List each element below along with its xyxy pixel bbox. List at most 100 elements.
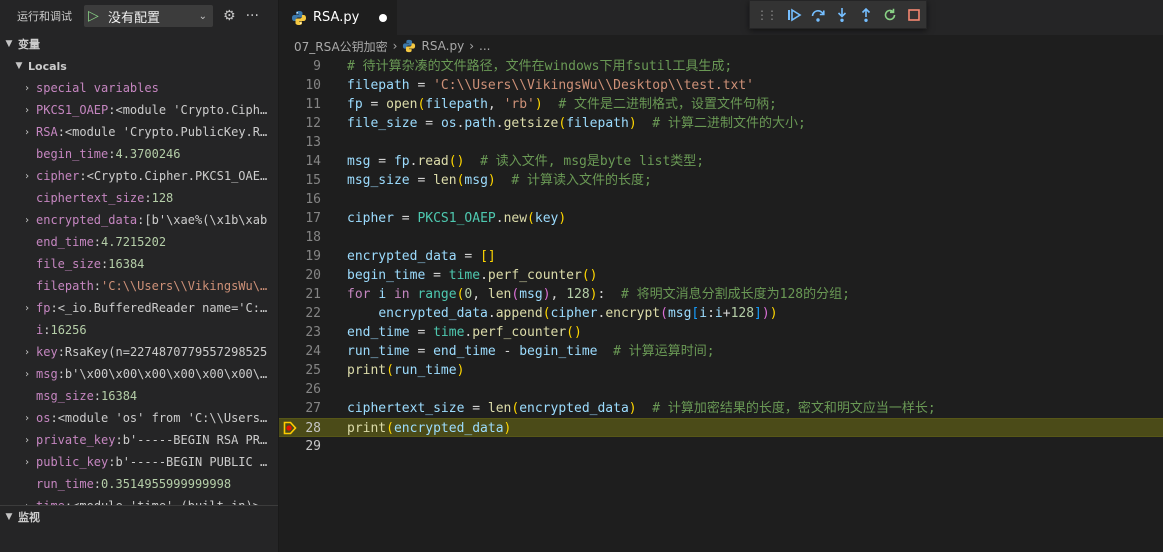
code-line[interactable]: 26 — [279, 380, 1163, 399]
code-line[interactable]: 27 ciphertext_size = len(encrypted_data) … — [279, 399, 1163, 418]
code-token: ) — [503, 421, 512, 436]
variable-name: ciphertext_size — [36, 191, 145, 205]
start-debugging-icon[interactable]: ▷ — [88, 8, 106, 24]
variables-section-header[interactable]: ▼ 变量 — [0, 33, 278, 55]
code-line[interactable]: 25 print(run_time) — [279, 361, 1163, 380]
variable-name: special variables — [36, 81, 159, 95]
code-editor[interactable]: 9 # 待计算杂凑的文件路径，文件在windows下用fsutil工具生成; 10 f… — [279, 57, 1163, 552]
code-text: for i in range(0, len(msg), 128): # 将明文消… — [347, 285, 850, 304]
code-line[interactable]: 15 msg_size = len(msg) # 计算读入文件的长度; — [279, 171, 1163, 190]
code-line[interactable]: 29 — [279, 437, 1163, 456]
stop-icon[interactable] — [902, 3, 926, 27]
locals-scope-header[interactable]: ▼ Locals — [0, 55, 278, 77]
code-line[interactable]: 18 — [279, 228, 1163, 247]
variable-name: msg_size — [36, 389, 94, 403]
variable-row[interactable]: ›PKCS1_OAEP: <module 'Crypto.Cipher.PKCS… — [0, 99, 278, 121]
launch-config-dropdown[interactable]: ▷ 没有配置 ⌄ — [84, 5, 213, 27]
variable-row[interactable]: ›end_time: 4.7215202 — [0, 231, 278, 253]
breadcrumb-folder[interactable]: 07_RSA公钥加密 — [294, 38, 388, 55]
variable-row[interactable]: ›file_size: 16384 — [0, 253, 278, 275]
variable-row[interactable]: › special variables — [0, 77, 278, 99]
code-line[interactable]: 14 msg = fp.read() # 读入文件, msg是byte list类… — [279, 152, 1163, 171]
gear-icon[interactable]: ⚙ — [223, 8, 236, 24]
chevron-right-icon[interactable]: › — [20, 83, 34, 94]
chevron-right-icon[interactable]: › — [20, 457, 34, 468]
chevron-right-icon[interactable]: › — [20, 435, 34, 446]
variable-row[interactable]: › encrypted_data: [b'\xae%(\x1b\xab — [0, 209, 278, 231]
code-token: = — [393, 211, 418, 226]
more-actions-icon[interactable]: ··· — [246, 8, 259, 24]
code-line[interactable]: 20 begin_time = time.perf_counter() — [279, 266, 1163, 285]
code-token: cipher — [347, 211, 394, 226]
variable-row[interactable]: ›begin_time: 4.3700246 — [0, 143, 278, 165]
chevron-right-icon[interactable]: › — [20, 171, 34, 182]
code-token: = — [417, 116, 441, 131]
variable-row[interactable]: › os: <module 'os' from 'C:\\Users\\ — [0, 407, 278, 429]
breadcrumb-more[interactable]: ... — [479, 39, 490, 53]
chevron-right-icon[interactable]: › — [20, 369, 34, 380]
variable-row[interactable]: ›ciphertext_size: 128 — [0, 187, 278, 209]
code-token: path — [464, 116, 496, 131]
code-token: ) — [487, 173, 496, 188]
code-line[interactable]: 21 for i in range(0, len(msg), 128): # 将明… — [279, 285, 1163, 304]
chevron-right-icon[interactable]: › — [20, 347, 34, 358]
watch-section-header[interactable]: ▼ 监视 — [0, 505, 278, 527]
code-line[interactable]: 12 file_size = os.path.getsize(filepath) … — [279, 114, 1163, 133]
code-text: # 待计算杂凑的文件路径，文件在windows下用fsutil工具生成; — [347, 57, 732, 76]
restart-icon[interactable] — [878, 3, 902, 27]
code-token: ) — [769, 306, 778, 321]
chevron-right-icon[interactable]: › — [20, 215, 34, 226]
python-file-icon — [403, 39, 416, 53]
step-out-icon[interactable] — [854, 3, 878, 27]
variable-value: b'-----BEGIN RSA PRIVATE KEY — [122, 433, 274, 447]
code-token: = — [370, 154, 394, 169]
variable-separator: : — [93, 235, 102, 249]
unsaved-dot-icon[interactable] — [379, 13, 387, 22]
code-line[interactable]: 19 encrypted_data = [] — [279, 247, 1163, 266]
step-over-icon[interactable] — [806, 3, 830, 27]
variable-row[interactable]: ›fp: <_io.BufferedReader name='C:\\Users — [0, 297, 278, 319]
variable-row[interactable]: ›private_key: b'-----BEGIN RSA PRIVATE K… — [0, 429, 278, 451]
variable-row[interactable]: ›run_time: 0.3514955999999998 — [0, 473, 278, 495]
code-line[interactable]: 16 — [279, 190, 1163, 209]
chevron-right-icon[interactable]: › — [20, 303, 34, 314]
variable-value: <Crypto.Cipher.PKCS1_OAEP.PKCS1OAEP_Ciph… — [86, 169, 274, 183]
code-line[interactable]: 24 run_time = end_time - begin_time # 计算运… — [279, 342, 1163, 361]
code-token: len — [487, 401, 512, 416]
variable-name: filepath — [36, 279, 94, 293]
chevron-right-icon[interactable]: › — [20, 105, 34, 116]
drag-grip-icon[interactable]: ⋮⋮ — [756, 8, 778, 22]
variable-row[interactable]: ›public_key: b'-----BEGIN PUBLIC KEY----… — [0, 451, 278, 473]
variable-row[interactable]: ›i: 16256 — [0, 319, 278, 341]
python-file-icon — [292, 10, 306, 25]
current-code-line[interactable]: 28 print(encrypted_data) — [279, 418, 1163, 437]
variable-row[interactable]: ›cipher: <Crypto.Cipher.PKCS1_OAEP.PKCS1… — [0, 165, 278, 187]
code-line[interactable]: 22 encrypted_data.append(cipher.encrypt(… — [279, 304, 1163, 323]
chevron-down-icon: ▼ — [15, 61, 23, 71]
code-token: i — [714, 306, 723, 321]
code-line[interactable]: 17 cipher = PKCS1_OAEP.new(key) — [279, 209, 1163, 228]
code-line[interactable]: 23 end_time = time.perf_counter() — [279, 323, 1163, 342]
code-token: encrypted_data — [393, 421, 504, 436]
code-token: # 读入文件, msg是byte list类型; — [480, 154, 705, 169]
code-line[interactable]: 13 — [279, 133, 1163, 152]
code-line[interactable]: 11 fp = open(filepath, 'rb') # 文件是二进制格式，设… — [279, 95, 1163, 114]
tab-rsa-py[interactable]: RSA.py — [279, 0, 397, 35]
code-line[interactable]: 9 # 待计算杂凑的文件路径，文件在windows下用fsutil工具生成; — [279, 57, 1163, 76]
variable-row[interactable]: ›filepath: 'C:\\Users\\VikingsWu\\Deskto… — [0, 275, 278, 297]
breadcrumb-file[interactable]: RSA.py — [421, 39, 464, 53]
variable-row[interactable]: ›msg_size: 16384 — [0, 385, 278, 407]
continue-icon[interactable] — [782, 3, 806, 27]
chevron-right-icon: › — [469, 39, 475, 53]
code-token: filepath — [347, 78, 410, 93]
variable-row[interactable]: › key: RsaKey(n=2274870779557298525 — [0, 341, 278, 363]
variable-value: b'\x00\x00\x00\x00\x00\x00\x00\x00 — [64, 367, 274, 381]
code-token: read — [417, 154, 449, 169]
code-line[interactable]: 10 filepath = 'C:\\Users\\VikingsWu\\Desk… — [279, 76, 1163, 95]
variable-row[interactable]: ›msg: b'\x00\x00\x00\x00\x00\x00\x00\x00 — [0, 363, 278, 385]
variable-row[interactable]: ›RSA: <module 'Crypto.PublicKey.RSA' fro… — [0, 121, 278, 143]
step-into-icon[interactable] — [830, 3, 854, 27]
chevron-right-icon[interactable]: › — [20, 127, 34, 138]
chevron-right-icon[interactable]: › — [20, 413, 34, 424]
